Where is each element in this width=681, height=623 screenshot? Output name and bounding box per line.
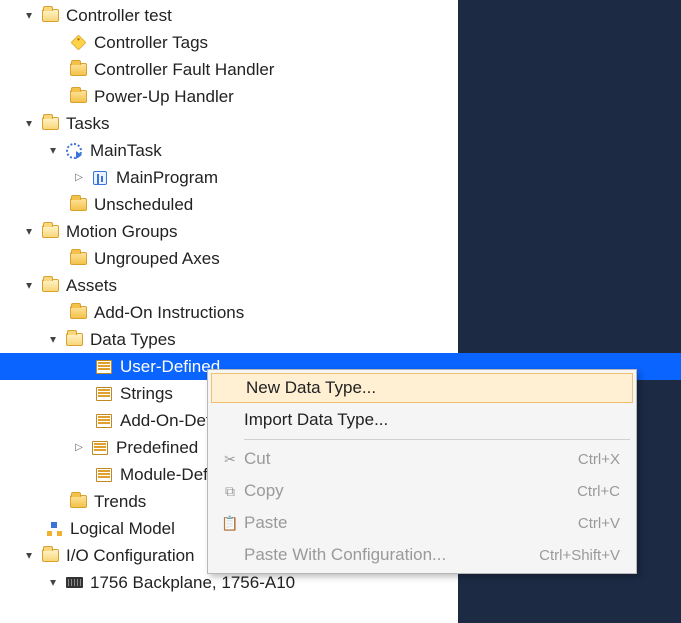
tree-label: Controller test	[66, 2, 172, 29]
datatype-icon	[94, 385, 114, 403]
folder-open-icon	[40, 547, 60, 565]
tree-item-ungrouped-axes[interactable]: Ungrouped Axes	[0, 245, 681, 272]
folder-icon	[68, 493, 88, 511]
menu-shortcut: Ctrl+Shift+V	[539, 547, 620, 564]
menu-shortcut: Ctrl+V	[578, 515, 620, 532]
folder-open-icon	[40, 7, 60, 25]
chassis-icon	[64, 574, 84, 592]
menu-new-data-type[interactable]: New Data Type...	[211, 373, 633, 403]
menu-label: Paste With Configuration...	[244, 545, 539, 565]
tree-label: User-Defined	[120, 353, 220, 380]
folder-open-icon	[40, 223, 60, 241]
menu-separator	[244, 439, 630, 440]
folder-icon	[68, 196, 88, 214]
menu-cut: ✂ Cut Ctrl+X	[210, 443, 634, 475]
tree-item-motion-groups[interactable]: ▲ Motion Groups	[0, 218, 681, 245]
menu-label: Copy	[244, 481, 577, 501]
datatype-icon	[94, 358, 114, 376]
tree-label: Power-Up Handler	[94, 83, 234, 110]
menu-label: New Data Type...	[246, 378, 618, 398]
tree-label: Logical Model	[70, 515, 175, 542]
menu-label: Import Data Type...	[244, 410, 620, 430]
tree-item-tasks[interactable]: ▲ Tasks	[0, 110, 681, 137]
tree-label: MainProgram	[116, 164, 218, 191]
tree-item-addon-instructions[interactable]: Add-On Instructions	[0, 299, 681, 326]
expand-toggle[interactable]: ▷	[72, 441, 86, 455]
menu-paste: 📋 Paste Ctrl+V	[210, 507, 634, 539]
folder-open-icon	[40, 277, 60, 295]
expand-toggle[interactable]: ▲	[22, 549, 36, 563]
tree-label: Predefined	[116, 434, 198, 461]
tree-label: I/O Configuration	[66, 542, 195, 569]
tree-label: Motion Groups	[66, 218, 178, 245]
tree-item-mainprogram[interactable]: ▷ MainProgram	[0, 164, 681, 191]
menu-copy: ⧉ Copy Ctrl+C	[210, 475, 634, 507]
datatype-icon	[94, 412, 114, 430]
expand-toggle[interactable]: ▲	[22, 279, 36, 293]
program-icon	[90, 169, 110, 187]
folder-open-icon	[40, 115, 60, 133]
tree-label: Unscheduled	[94, 191, 193, 218]
menu-paste-config: Paste With Configuration... Ctrl+Shift+V	[210, 539, 634, 571]
menu-label: Paste	[244, 513, 578, 533]
datatype-icon	[90, 439, 110, 457]
menu-import-data-type[interactable]: Import Data Type...	[210, 404, 634, 436]
tree-item-maintask[interactable]: ▲ MainTask	[0, 137, 681, 164]
expand-toggle[interactable]: ▲	[22, 225, 36, 239]
tree-label: Controller Tags	[94, 29, 208, 56]
folder-icon	[68, 250, 88, 268]
tree-label: MainTask	[90, 137, 162, 164]
datatype-icon	[94, 466, 114, 484]
tree-item-controller-tags[interactable]: Controller Tags	[0, 29, 681, 56]
context-menu: New Data Type... Import Data Type... ✂ C…	[207, 369, 637, 574]
menu-label: Cut	[244, 449, 578, 469]
copy-icon: ⧉	[216, 483, 244, 500]
tree-item-powerup-handler[interactable]: Power-Up Handler	[0, 83, 681, 110]
menu-shortcut: Ctrl+X	[578, 451, 620, 468]
expand-toggle[interactable]: ▲	[46, 144, 60, 158]
tree-label: Add-On Instructions	[94, 299, 244, 326]
tree-label: Tasks	[66, 110, 109, 137]
menu-shortcut: Ctrl+C	[577, 483, 620, 500]
folder-open-icon	[64, 331, 84, 349]
tree-label: Trends	[94, 488, 146, 515]
tag-icon	[68, 34, 88, 52]
tree-label: Ungrouped Axes	[94, 245, 220, 272]
folder-icon	[68, 304, 88, 322]
expand-toggle[interactable]: ▲	[22, 9, 36, 23]
tree-label: Data Types	[90, 326, 176, 353]
folder-icon	[68, 88, 88, 106]
tree-label: Assets	[66, 272, 117, 299]
tree-label: Controller Fault Handler	[94, 56, 274, 83]
tree-item-unscheduled[interactable]: Unscheduled	[0, 191, 681, 218]
tree-item-data-types[interactable]: ▲ Data Types	[0, 326, 681, 353]
expand-toggle[interactable]: ▲	[46, 333, 60, 347]
cut-icon: ✂	[216, 451, 244, 468]
tree-item-assets[interactable]: ▲ Assets	[0, 272, 681, 299]
task-icon	[64, 142, 84, 160]
folder-icon	[68, 61, 88, 79]
expand-toggle[interactable]: ▷	[72, 171, 86, 185]
expand-toggle[interactable]: ▲	[46, 576, 60, 590]
tree-item-fault-handler[interactable]: Controller Fault Handler	[0, 56, 681, 83]
logical-model-icon	[44, 520, 64, 538]
tree-item-controller[interactable]: ▲ Controller test	[0, 2, 681, 29]
expand-toggle[interactable]: ▲	[22, 117, 36, 131]
tree-label: Strings	[120, 380, 173, 407]
paste-icon: 📋	[216, 515, 244, 532]
